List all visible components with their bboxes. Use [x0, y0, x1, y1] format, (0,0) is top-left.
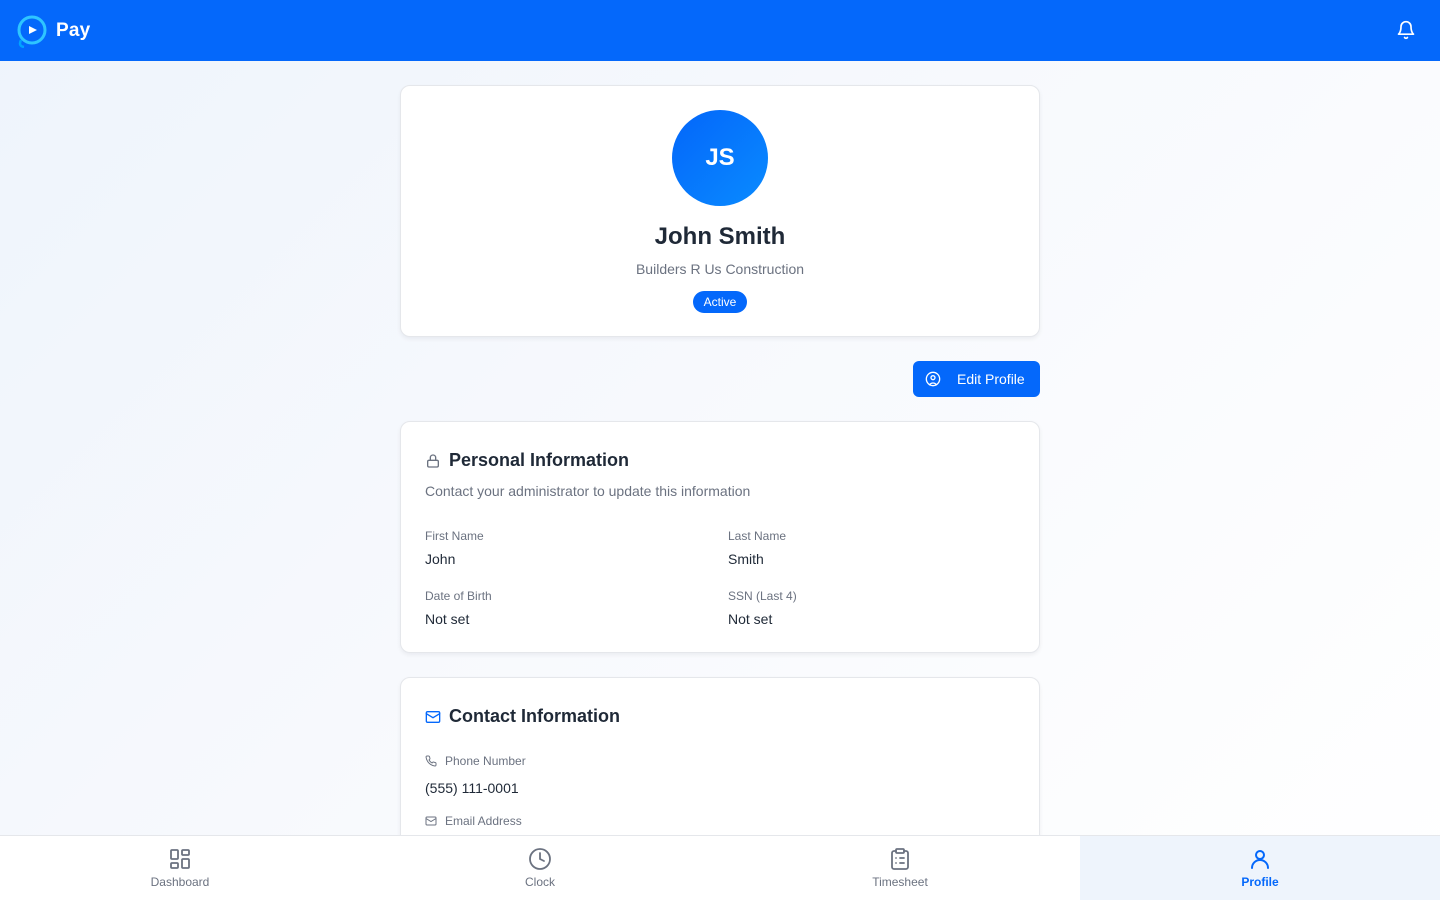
personal-info-header: Personal Information [425, 450, 629, 471]
nav-label: Dashboard [150, 875, 210, 889]
field-label: Phone Number [445, 754, 526, 768]
lock-icon [427, 453, 439, 468]
field-label-row: Email Address [425, 814, 522, 828]
nav-label: Clock [524, 875, 555, 889]
last-name-field: Last Name Smith [728, 529, 786, 567]
field-value: Not set [728, 611, 773, 627]
personal-info-title: Personal Information [449, 450, 630, 470]
personal-info-card: Personal Information Contact your admini… [400, 421, 1040, 653]
app-name: Pay [56, 19, 91, 41]
logo-icon [17, 15, 47, 48]
nav-item-clock[interactable]: Clock [360, 836, 720, 900]
field-value: Not set [425, 611, 470, 627]
field-label: Email Address [445, 814, 522, 828]
dob-field: Date of Birth Not set [425, 589, 492, 627]
nav-item-dashboard[interactable]: Dashboard [0, 836, 360, 900]
personal-info-subtitle: Contact your administrator to update thi… [425, 483, 751, 499]
field-label-row: Phone Number [425, 754, 526, 768]
clock-icon [529, 848, 551, 870]
contact-info-card: Contact Information Phone Number (555) 1… [400, 677, 1040, 835]
app-logo[interactable]: Pay [16, 14, 90, 48]
dashboard-icon [170, 849, 190, 869]
ssn-field: SSN (Last 4) Not set [728, 589, 797, 627]
phone-value: (555) 111-0001 [425, 780, 519, 796]
main-content[interactable]: JS John Smith Builders R Us Construction… [0, 61, 1440, 835]
profile-card: JS John Smith Builders R Us Construction… [400, 85, 1040, 337]
user-circle-icon [925, 371, 941, 387]
avatar: JS [672, 110, 768, 206]
profile-company: Builders R Us Construction [635, 261, 805, 277]
nav-item-profile[interactable]: Profile [1080, 836, 1440, 900]
user-icon [1251, 850, 1269, 869]
field-label: Last Name [728, 529, 787, 543]
nav-label: Timesheet [872, 875, 928, 889]
first-name-field: First Name John [425, 529, 484, 567]
mail-icon [425, 816, 437, 826]
bell-icon[interactable] [1396, 20, 1416, 40]
contact-info-title: Contact Information [449, 706, 620, 726]
email-field: Email Address [425, 814, 522, 835]
phone-icon [425, 755, 437, 767]
top-bar: Pay [0, 0, 1440, 61]
field-label: SSN (Last 4) [728, 589, 797, 603]
nav-label: Profile [1241, 875, 1279, 889]
nav-item-timesheet[interactable]: Timesheet [720, 836, 1080, 900]
field-value: Smith [728, 551, 764, 567]
bottom-nav: Dashboard Clock Timesheet Profile [0, 835, 1440, 900]
edit-profile-button[interactable]: Edit Profile [913, 361, 1040, 397]
contact-info-header: Contact Information [425, 706, 620, 727]
field-label: First Name [425, 529, 484, 543]
status-badge: Active [693, 291, 747, 313]
profile-name: John Smith [654, 223, 786, 250]
mail-icon [425, 710, 441, 723]
field-label: Date of Birth [425, 589, 492, 603]
clipboard-icon [891, 848, 909, 870]
field-value: John [425, 551, 456, 567]
edit-profile-label: Edit Profile [957, 371, 1025, 387]
phone-field: Phone Number (555) 111-0001 [425, 754, 526, 796]
